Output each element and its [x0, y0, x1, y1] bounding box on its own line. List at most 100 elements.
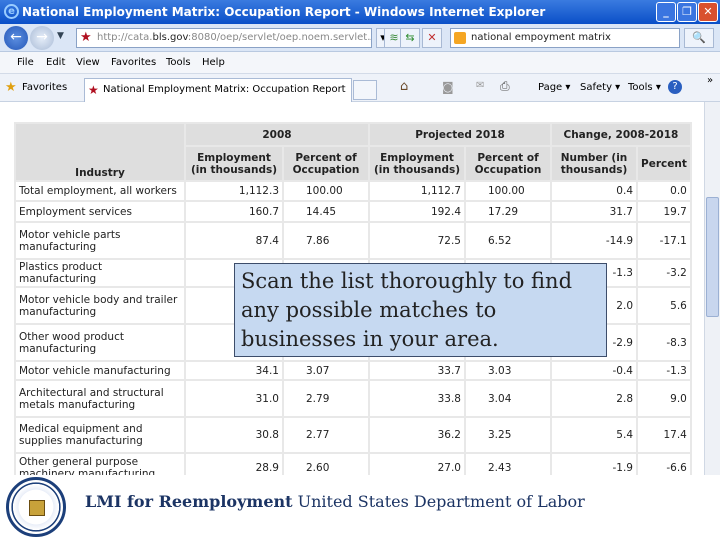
menu-bar: File Edit View Favorites Tools Help — [0, 52, 720, 74]
site-icon: ★ — [80, 30, 92, 45]
callout-box: Scan the list thoroughly to find any pos… — [234, 263, 607, 357]
value-cell: 0.0 — [636, 180, 692, 202]
value-cell: 17.4 — [636, 416, 692, 454]
minimize-button[interactable]: _ — [656, 2, 676, 22]
value-cell: 2.79 — [282, 379, 370, 418]
value-cell: 36.2 — [368, 416, 466, 454]
value-cell: -14.9 — [550, 221, 638, 260]
table-row: Architectural and structural metals manu… — [14, 379, 692, 418]
value-cell: 2.43 — [464, 452, 552, 475]
help-icon[interactable]: ? — [668, 80, 682, 94]
value-cell: 160.7 — [184, 200, 284, 223]
industry-cell: Medical equipment and supplies manufactu… — [14, 416, 186, 454]
menu-edit[interactable]: Edit — [46, 52, 65, 74]
page-content: Industry 2008 Projected 2018 Change, 200… — [0, 102, 704, 475]
value-cell: 2.60 — [282, 452, 370, 475]
value-cell: 72.5 — [368, 221, 466, 260]
history-dropdown-icon[interactable]: ▼ — [57, 31, 64, 41]
footer-program: LMI for Reemployment — [85, 492, 293, 511]
more-chevron-icon[interactable]: » — [707, 75, 713, 86]
value-cell: 0.4 — [550, 180, 638, 202]
home-icon[interactable]: ⌂ — [400, 79, 408, 94]
scrollbar-thumb[interactable] — [706, 197, 719, 317]
subheader: Number (in thousands) — [550, 145, 638, 182]
table-row: Motor vehicle manufacturing 34.1 3.07 33.7 3… — [14, 360, 692, 381]
value-cell: 30.8 — [184, 416, 284, 454]
header-industry: Industry — [14, 122, 186, 182]
refresh-button[interactable]: ⇆ — [400, 28, 420, 48]
menu-help[interactable]: Help — [202, 52, 225, 74]
table-row: Other general purpose machinery manufact… — [14, 452, 692, 475]
search-input[interactable]: national empoyment matrix — [450, 28, 680, 48]
favorites-button[interactable]: Favorites — [22, 82, 67, 93]
value-cell: -1.3 — [636, 360, 692, 381]
value-cell: 5.6 — [636, 286, 692, 325]
mail-icon[interactable]: ✉ — [476, 80, 484, 91]
value-cell: 19.7 — [636, 200, 692, 223]
forward-button[interactable]: → — [30, 26, 54, 50]
industry-cell: Motor vehicle manufacturing — [14, 360, 186, 381]
value-cell: -6.6 — [636, 452, 692, 475]
close-button[interactable]: ✕ — [698, 2, 718, 22]
value-cell: -8.3 — [636, 323, 692, 362]
menu-tools[interactable]: Tools — [166, 52, 191, 74]
value-cell: 3.03 — [464, 360, 552, 381]
title-bar: e National Employment Matrix: Occupation… — [0, 0, 720, 24]
search-provider-icon — [454, 32, 466, 44]
industry-cell: Plastics product manufacturing — [14, 258, 186, 288]
table-row: Total employment, all workers 1,112.3 100.… — [14, 180, 692, 202]
tools-menu[interactable]: Tools ▾ — [628, 82, 661, 93]
value-cell: 7.86 — [282, 221, 370, 260]
table-row: Motor vehicle parts manufacturing 87.4 7.8… — [14, 221, 692, 260]
address-bar: ← → ▼ ★ http://cata.bls.gov:8080/oep/serv… — [0, 24, 720, 52]
value-cell: 100.00 — [282, 180, 370, 202]
window-title: National Employment Matrix: Occupation R… — [22, 5, 546, 19]
industry-cell: Motor vehicle body and trailer manufactu… — [14, 286, 186, 325]
feeds-icon[interactable]: ◙ — [442, 80, 454, 94]
industry-cell: Total employment, all workers — [14, 180, 186, 202]
header-change: Change, 2008-2018 — [550, 122, 692, 147]
value-cell: 2.77 — [282, 416, 370, 454]
value-cell: 100.00 — [464, 180, 552, 202]
value-cell: 3.25 — [464, 416, 552, 454]
maximize-button[interactable]: ❐ — [677, 2, 697, 22]
tab-occupation-report[interactable]: ★ National Employment Matrix: Occupation … — [84, 78, 352, 102]
url-input[interactable]: ★ http://cata.bls.gov:8080/oep/servlet/oe… — [76, 28, 372, 48]
page-menu[interactable]: Page ▾ — [538, 82, 570, 93]
table-row: Employment services 160.7 14.45 192.4 17.29 3… — [14, 200, 692, 223]
print-icon[interactable]: ⎙ — [500, 79, 510, 94]
stop-button[interactable]: ✕ — [422, 28, 442, 48]
value-cell: 5.4 — [550, 416, 638, 454]
vertical-scrollbar[interactable] — [704, 102, 720, 475]
back-button[interactable]: ← — [4, 26, 28, 50]
value-cell: 17.29 — [464, 200, 552, 223]
menu-file[interactable]: File — [17, 52, 34, 74]
value-cell: 28.9 — [184, 452, 284, 475]
value-cell: 33.7 — [368, 360, 466, 381]
search-button[interactable]: 🔍 — [684, 28, 714, 48]
industry-cell: Other wood product manufacturing — [14, 323, 186, 362]
value-cell: 2.8 — [550, 379, 638, 418]
value-cell: 87.4 — [184, 221, 284, 260]
value-cell: 31.0 — [184, 379, 284, 418]
header-projected-2018: Projected 2018 — [368, 122, 552, 147]
subheader: Percent — [636, 145, 692, 182]
industry-cell: Architectural and structural metals manu… — [14, 379, 186, 418]
tab-site-icon: ★ — [88, 83, 99, 97]
menu-favorites[interactable]: Favorites — [111, 52, 156, 74]
subheader: Employment (in thousands) — [184, 145, 284, 182]
table-row: Medical equipment and supplies manufactu… — [14, 416, 692, 454]
value-cell: -3.2 — [636, 258, 692, 288]
dol-seal-logo — [6, 477, 66, 537]
menu-view[interactable]: View — [76, 52, 100, 74]
favorites-star-icon: ★ — [5, 80, 17, 95]
value-cell: 1,112.3 — [184, 180, 284, 202]
safety-menu[interactable]: Safety ▾ — [580, 82, 620, 93]
value-cell: 27.0 — [368, 452, 466, 475]
subheader: Percent of Occupation — [464, 145, 552, 182]
header-2008: 2008 — [184, 122, 370, 147]
value-cell: 1,112.7 — [368, 180, 466, 202]
footer: LMI for Reemployment United States Depar… — [0, 475, 720, 540]
new-tab-button[interactable] — [353, 80, 377, 100]
value-cell: -0.4 — [550, 360, 638, 381]
